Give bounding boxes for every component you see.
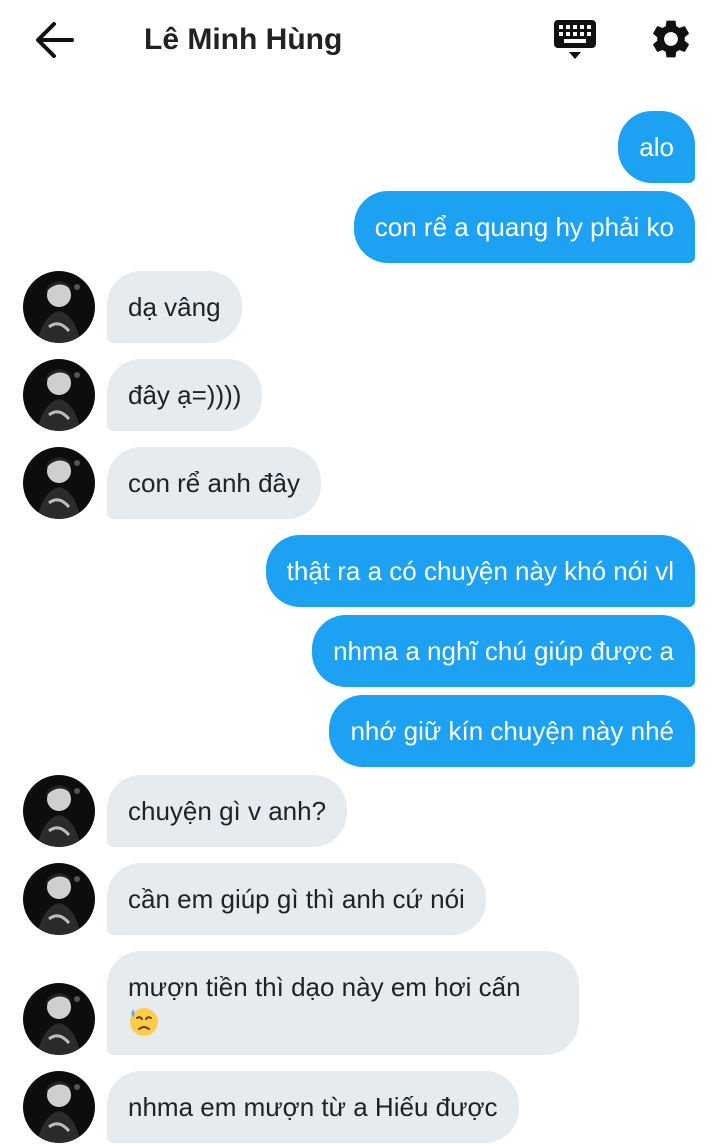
contact-photo — [23, 1071, 95, 1143]
avatar[interactable] — [23, 271, 95, 343]
avatar[interactable] — [23, 1071, 95, 1143]
avatar[interactable] — [23, 983, 95, 1055]
message-bubble-incoming[interactable]: đây ạ=)))) — [107, 359, 263, 431]
message-bubble-outgoing[interactable]: thật ra a có chuyện này khó nói vl — [265, 535, 695, 607]
message-text: nhma em mượn từ a Hiếu được — [128, 1092, 498, 1122]
contact-photo — [23, 447, 95, 519]
message-text: nhma a nghĩ chú giúp được a — [333, 636, 674, 666]
message-bubble-incoming[interactable]: cần em giúp gì thì anh cứ nói — [107, 863, 486, 935]
arrow-left-icon — [36, 22, 74, 58]
keyboard-button[interactable] — [552, 18, 598, 62]
chat-screen: Lê Minh Hùng alo con rể a quang hy phải … — [0, 0, 718, 1148]
message-text: thật ra a có chuyện này khó nói vl — [286, 556, 674, 586]
message-text: cần em giúp gì thì anh cứ nói — [128, 884, 465, 914]
downcast-face-with-sweat-icon — [130, 1008, 158, 1037]
message-bubble-outgoing[interactable]: nhớ giữ kín chuyện này nhé — [329, 695, 695, 767]
conversation-title: Lê Minh Hùng — [144, 23, 343, 56]
chat-header: Lê Minh Hùng — [0, 0, 718, 80]
gear-icon — [653, 20, 689, 58]
avatar[interactable] — [23, 775, 95, 847]
message-bubble-incoming[interactable]: chuyện gì v anh? — [107, 775, 348, 847]
contact-photo — [23, 863, 95, 935]
message-text: con rể anh đây — [128, 468, 301, 498]
message-bubble-outgoing[interactable]: con rể a quang hy phải ko — [353, 191, 695, 263]
message-text: dạ vâng — [128, 292, 221, 322]
message-bubble-outgoing[interactable]: alo — [618, 111, 695, 183]
avatar[interactable] — [23, 447, 95, 519]
avatar[interactable] — [23, 863, 95, 935]
avatar[interactable] — [23, 359, 95, 431]
contact-photo — [23, 775, 95, 847]
keyboard-icon — [554, 20, 596, 59]
message-text: đây ạ=)))) — [128, 380, 242, 410]
message-bubble-incoming[interactable]: con rể anh đây — [107, 447, 322, 519]
message-bubble-incoming[interactable]: nhma em mượn từ a Hiếu được — [107, 1071, 519, 1143]
settings-button[interactable] — [648, 16, 694, 62]
contact-photo — [23, 359, 95, 431]
message-text: nhớ giữ kín chuyện này nhé — [350, 716, 674, 746]
message-bubble-outgoing[interactable]: nhma a nghĩ chú giúp được a — [312, 615, 695, 687]
message-text: chuyện gì v anh? — [128, 796, 327, 826]
message-text: alo — [639, 132, 674, 162]
back-button[interactable] — [34, 20, 76, 60]
contact-photo — [23, 271, 95, 343]
contact-photo — [23, 983, 95, 1055]
message-bubble-incoming[interactable]: dạ vâng — [107, 271, 242, 343]
message-bubble-incoming[interactable]: mượn tiền thì dạo này em hơi cấn — [107, 951, 579, 1055]
message-text: mượn tiền thì dạo này em hơi cấn — [128, 972, 521, 1002]
message-text: con rể a quang hy phải ko — [374, 212, 674, 242]
